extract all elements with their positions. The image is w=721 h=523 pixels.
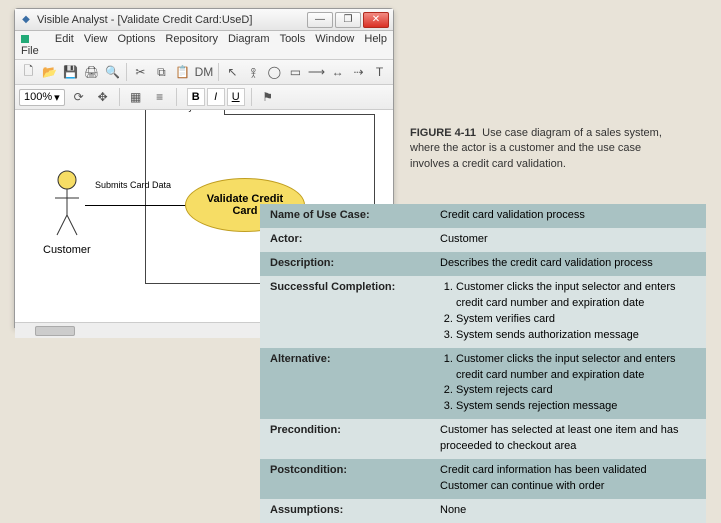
figure-number: FIGURE 4-11 [410, 127, 476, 139]
pan-icon[interactable]: ✥ [93, 87, 113, 107]
titlebar[interactable]: ◆ Visible Analyst - [Validate Credit Car… [15, 9, 393, 31]
zoom-value: 100% [24, 91, 52, 103]
spec-row: Postcondition:Credit card information ha… [260, 459, 706, 499]
spec-value: Customer clicks the input selector and e… [430, 348, 706, 420]
rect-tool-icon[interactable]: ▭ [286, 62, 305, 82]
menu-file[interactable]: File [21, 33, 45, 57]
separator [251, 88, 252, 106]
scroll-thumb[interactable] [35, 326, 75, 336]
spec-list-item: Customer clicks the input selector and e… [456, 280, 696, 312]
align-icon[interactable]: ≡ [150, 87, 170, 107]
copy-icon[interactable]: ⧉ [152, 62, 171, 82]
spec-list-item: Customer clicks the input selector and e… [456, 352, 696, 384]
menu-view[interactable]: View [84, 33, 108, 57]
menu-repository[interactable]: Repository [165, 33, 218, 57]
spec-list-item: System sends authorization message [456, 328, 696, 344]
separator [218, 63, 219, 81]
menu-help[interactable]: Help [364, 33, 387, 57]
chevron-down-icon: ▾ [54, 91, 60, 104]
find-icon[interactable]: 🔍 [103, 62, 122, 82]
text-tool-icon[interactable]: T [370, 62, 389, 82]
toolbar-format: 100% ▾ ⟳ ✥ ▦ ≡ B I U ⚑ [15, 85, 393, 110]
spec-key: Alternative: [260, 348, 430, 420]
zoom-selector[interactable]: 100% ▾ [19, 89, 65, 106]
spec-key: Description: [260, 252, 430, 276]
print-icon[interactable]: 🖨 [82, 62, 101, 82]
spec-list-item: System sends rejection message [456, 399, 696, 415]
boundary-label: Sales System [145, 110, 225, 115]
spec-value: Customer has selected at least one item … [430, 419, 706, 459]
line-tool-icon[interactable]: ⟶ [307, 62, 326, 82]
spec-key: Assumptions: [260, 499, 430, 523]
pointer-icon[interactable]: ↖ [223, 62, 242, 82]
italic-button[interactable]: I [207, 88, 225, 106]
connector-tool-icon[interactable]: ↔ [328, 62, 347, 82]
app-logo-icon: ◆ [19, 13, 33, 27]
spec-value: None [430, 499, 706, 523]
spec-value: Credit card validation process [430, 204, 706, 228]
separator [176, 88, 177, 106]
figure-caption: FIGURE 4-11 Use case diagram of a sales … [410, 126, 680, 172]
dm-icon[interactable]: DM [194, 62, 214, 82]
usecase-spec-table: Name of Use Case:Credit card validation … [260, 204, 706, 523]
actor-tool-icon[interactable]: 𖨆 [244, 62, 263, 82]
spec-row: Name of Use Case:Credit card validation … [260, 204, 706, 228]
spec-row: Description:Describes the credit card va… [260, 252, 706, 276]
spec-key: Precondition: [260, 419, 430, 459]
spec-value: Describes the credit card validation pro… [430, 252, 706, 276]
menubar: File Edit View Options Repository Diagra… [15, 31, 393, 60]
spec-row: Assumptions:None [260, 499, 706, 523]
spec-value: Customer clicks the input selector and e… [430, 276, 706, 348]
toolbar-main: 🗋 📂 💾 🖨 🔍 ✂ ⧉ 📋 DM ↖ 𖨆 ◯ ▭ ⟶ ↔ ⇢ T [15, 60, 393, 85]
spec-value: Customer [430, 228, 706, 252]
association-label: Submits Card Data [93, 180, 173, 190]
association-line[interactable] [85, 205, 195, 206]
stickfigure-icon [49, 170, 85, 240]
spec-value: Credit card information has been validat… [430, 459, 706, 499]
grid-icon[interactable]: ▦ [126, 87, 146, 107]
cut-icon[interactable]: ✂ [131, 62, 150, 82]
spec-list-item: System rejects card [456, 383, 696, 399]
spec-key: Name of Use Case: [260, 204, 430, 228]
spec-key: Postcondition: [260, 459, 430, 499]
window-title: Visible Analyst - [Validate Credit Card:… [37, 14, 303, 26]
menu-tools[interactable]: Tools [280, 33, 306, 57]
window-buttons: — ❐ ✕ [307, 12, 389, 28]
spec-row: Alternative: Customer clicks the input se… [260, 348, 706, 420]
menu-edit[interactable]: Edit [55, 33, 74, 57]
paste-icon[interactable]: 📋 [173, 62, 192, 82]
new-icon[interactable]: 🗋 [19, 62, 38, 82]
flag-icon[interactable]: ⚑ [258, 87, 278, 107]
format-group: B I U [187, 88, 245, 106]
dashline-tool-icon[interactable]: ⇢ [349, 62, 368, 82]
spec-row: Successful Completion: Customer clicks th… [260, 276, 706, 348]
spec-row: Actor:Customer [260, 228, 706, 252]
spec-key: Actor: [260, 228, 430, 252]
refresh-icon[interactable]: ⟳ [69, 87, 89, 107]
spec-row: Precondition:Customer has selected at le… [260, 419, 706, 459]
actor-label: Customer [43, 244, 91, 256]
actor-shape[interactable]: Customer [43, 170, 91, 256]
menu-options[interactable]: Options [117, 33, 155, 57]
spec-key: Successful Completion: [260, 276, 430, 348]
maximize-button[interactable]: ❐ [335, 12, 361, 28]
spec-list-item: System verifies card [456, 312, 696, 328]
minimize-button[interactable]: — [307, 12, 333, 28]
ellipse-tool-icon[interactable]: ◯ [265, 62, 284, 82]
bold-button[interactable]: B [187, 88, 205, 106]
open-icon[interactable]: 📂 [40, 62, 59, 82]
save-icon[interactable]: 💾 [61, 62, 80, 82]
underline-button[interactable]: U [227, 88, 245, 106]
separator [119, 88, 120, 106]
menu-window[interactable]: Window [315, 33, 354, 57]
close-button[interactable]: ✕ [363, 12, 389, 28]
separator [126, 63, 127, 81]
menu-diagram[interactable]: Diagram [228, 33, 270, 57]
